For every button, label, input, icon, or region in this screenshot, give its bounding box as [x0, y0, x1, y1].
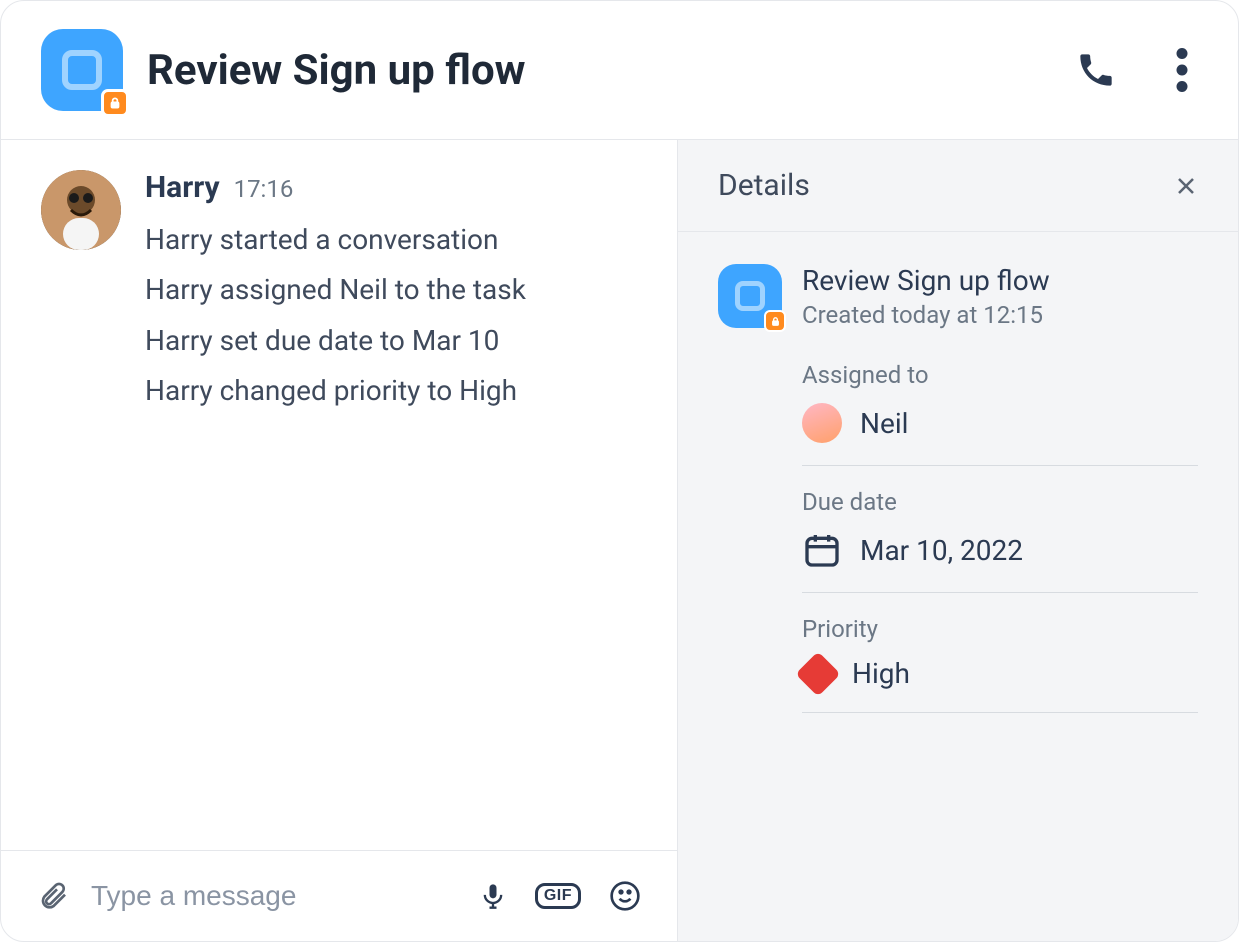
close-details-button[interactable]: [1174, 174, 1198, 198]
header-actions: [1076, 48, 1198, 92]
phone-icon: [1076, 50, 1116, 90]
smile-icon: [609, 880, 641, 912]
message-content: Harry 17:16 Harry started a conversation…: [145, 170, 637, 417]
activity-line: Harry started a conversation: [145, 215, 637, 265]
call-button[interactable]: [1076, 50, 1116, 90]
activity-line: Harry set due date to Mar 10: [145, 316, 637, 366]
details-panel: Details Review Sign up flow Created: [678, 140, 1238, 941]
details-header: Details: [678, 140, 1238, 232]
priority-icon: [795, 651, 840, 696]
attach-button[interactable]: [37, 880, 69, 912]
priority-value: High: [852, 657, 910, 690]
message-author: Harry: [145, 170, 220, 205]
field-label: Due date: [802, 488, 1198, 516]
conversation-panel: Harry 17:16 Harry started a conversation…: [1, 140, 678, 941]
assigned-field[interactable]: Assigned to Neil: [802, 339, 1198, 466]
details-title: Details: [718, 168, 810, 203]
page-title: Review Sign up flow: [147, 46, 1052, 95]
activity-line: Harry assigned Neil to the task: [145, 265, 637, 315]
avatar: [41, 170, 121, 250]
more-options-button[interactable]: [1176, 48, 1188, 92]
emoji-button[interactable]: [609, 880, 641, 912]
task-summary: Review Sign up flow Created today at 12:…: [718, 264, 1198, 329]
task-icon: [41, 29, 123, 111]
message-time: 17:16: [234, 175, 294, 203]
activity-line: Harry changed priority to High: [145, 366, 637, 416]
message-list: Harry 17:16 Harry started a conversation…: [1, 140, 677, 850]
lock-icon: [101, 89, 129, 117]
task-created: Created today at 12:15: [802, 301, 1198, 329]
voice-button[interactable]: [479, 879, 507, 913]
task-name: Review Sign up flow: [802, 264, 1198, 297]
message: Harry 17:16 Harry started a conversation…: [41, 170, 637, 417]
details-body: Review Sign up flow Created today at 12:…: [678, 232, 1238, 745]
paperclip-icon: [37, 880, 69, 912]
due-date-field[interactable]: Due date Mar 10, 2022: [802, 466, 1198, 593]
due-date-value: Mar 10, 2022: [860, 534, 1023, 567]
body: Harry 17:16 Harry started a conversation…: [1, 140, 1238, 941]
kebab-icon: [1176, 48, 1188, 92]
close-icon: [1174, 174, 1198, 198]
gif-button[interactable]: GIF: [535, 883, 581, 909]
message-input[interactable]: [91, 880, 457, 912]
priority-field[interactable]: Priority High: [802, 593, 1198, 713]
field-label: Priority: [802, 615, 1198, 643]
app-window: Review Sign up flow Harry: [0, 0, 1239, 942]
calendar-icon: [802, 530, 842, 570]
microphone-icon: [479, 879, 507, 913]
header-bar: Review Sign up flow: [1, 1, 1238, 140]
assignee-avatar: [802, 403, 842, 443]
assignee-name: Neil: [860, 407, 908, 440]
field-label: Assigned to: [802, 361, 1198, 389]
composer: GIF: [1, 850, 677, 941]
lock-icon: [764, 310, 786, 332]
gif-icon: GIF: [535, 883, 581, 909]
task-icon: [718, 264, 782, 328]
